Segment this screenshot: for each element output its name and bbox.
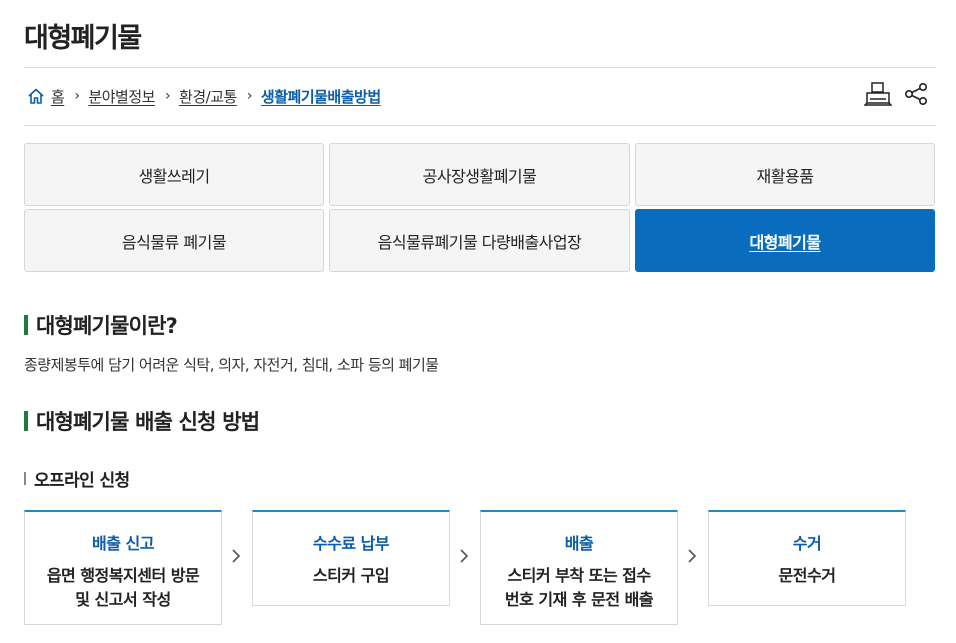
tab-large-waste[interactable]: 대형폐기물 — [635, 209, 935, 272]
subtitle-bar — [24, 472, 26, 485]
breadcrumb: 홈 › 분야별정보 › 환경/교통 › 생활폐기물배출방법 — [27, 84, 381, 108]
offline-subtitle: 오프라인 신청 — [24, 466, 130, 491]
printer-icon[interactable] — [864, 80, 892, 108]
section-bar — [24, 411, 28, 431]
tab-recyclables[interactable]: 재활용품 — [635, 143, 935, 206]
chevron-right-icon — [458, 548, 470, 564]
tab-construction-waste[interactable]: 공사장생활폐기물 — [329, 143, 630, 206]
step-title: 배출 신고 — [92, 534, 154, 553]
section-title-what: 대형폐기물이란? — [24, 310, 178, 340]
page-tools — [864, 80, 930, 108]
share-icon[interactable] — [902, 80, 930, 108]
breadcrumb-current[interactable]: 생활폐기물배출방법 — [261, 86, 381, 107]
chevron-right-icon — [686, 548, 698, 564]
step-desc: 스티커 구입 — [312, 566, 390, 585]
divider-top — [24, 67, 936, 68]
step-collection: 수거 문전수거 — [708, 510, 906, 606]
section-title-how: 대형폐기물 배출 신청 방법 — [24, 406, 260, 436]
step-title: 수수료 납부 — [312, 534, 390, 553]
divider-bottom — [24, 125, 936, 126]
breadcrumb-separator: › — [164, 88, 171, 104]
step-desc: 읍면 행정복지센터 방문 및 신고서 작성 — [46, 566, 200, 609]
home-icon[interactable] — [27, 87, 45, 105]
tab-food-waste-large-business[interactable]: 음식물류폐기물 다량배출사업장 — [329, 209, 630, 272]
step-report: 배출 신고 읍면 행정복지센터 방문 및 신고서 작성 — [24, 510, 222, 625]
tab-household-waste[interactable]: 생활쓰레기 — [24, 143, 324, 206]
step-desc: 문전수거 — [778, 566, 836, 585]
category-tabs: 생활쓰레기 공사장생활폐기물 재활용품 음식물류 폐기물 음식물류폐기물 다량배… — [24, 143, 935, 272]
large-waste-description: 종량제봉투에 담기 어려운 식탁, 의자, 자전거, 침대, 소파 등의 폐기물 — [24, 356, 439, 374]
breadcrumb-separator: › — [246, 88, 253, 104]
step-discharge: 배출 스티커 부착 또는 접수 번호 기재 후 문전 배출 — [480, 510, 678, 625]
step-fee-payment: 수수료 납부 스티커 구입 — [252, 510, 450, 606]
step-title: 수거 — [792, 534, 822, 553]
step-desc: 스티커 부착 또는 접수 번호 기재 후 문전 배출 — [504, 566, 654, 609]
offline-subtitle-text: 오프라인 신청 — [34, 471, 130, 491]
breadcrumb-separator: › — [74, 88, 80, 104]
section-title-what-text: 대형폐기물이란? — [36, 314, 178, 338]
section-bar — [24, 315, 28, 335]
breadcrumb-field-info[interactable]: 분야별정보 — [88, 86, 155, 107]
breadcrumb-environment-traffic[interactable]: 환경/교통 — [179, 86, 237, 107]
tab-food-waste[interactable]: 음식물류 폐기물 — [24, 209, 324, 272]
section-title-how-text: 대형폐기물 배출 신청 방법 — [36, 410, 260, 434]
breadcrumb-home[interactable]: 홈 — [51, 86, 65, 107]
step-title: 배출 — [564, 534, 594, 553]
chevron-right-icon — [230, 548, 242, 564]
page-title: 대형폐기물 — [24, 23, 142, 54]
